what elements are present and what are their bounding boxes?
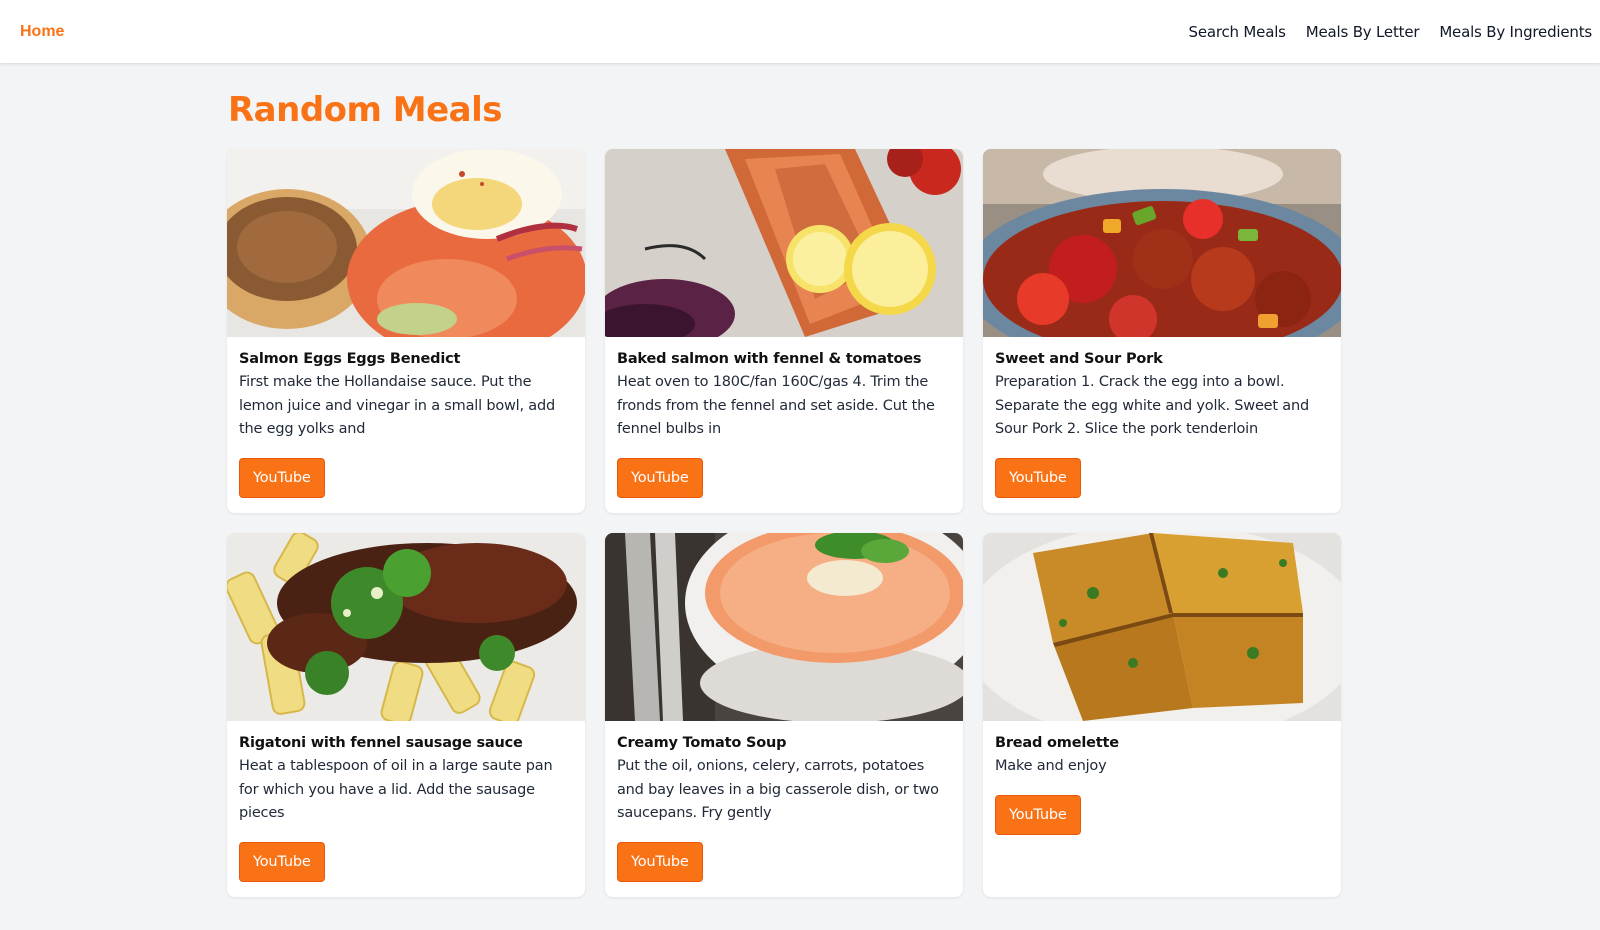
meal-card: Rigatoni with fennel sausage sauce Heat … xyxy=(227,533,585,897)
meal-image-salmon-eggs-benedict[interactable] xyxy=(227,149,585,337)
meal-image-sweet-sour-pork[interactable] xyxy=(983,149,1341,337)
meal-card: Baked salmon with fennel & tomatoes Heat… xyxy=(605,149,963,513)
youtube-button[interactable]: YouTube xyxy=(617,841,703,882)
meal-description: Put the oil, onions, celery, carrots, po… xyxy=(617,758,939,821)
meal-card: Salmon Eggs Eggs Benedict First make the… xyxy=(227,149,585,513)
meal-title: Rigatoni with fennel sausage sauce xyxy=(239,735,523,751)
meal-description: Heat a tablespoon of oil in a large saut… xyxy=(239,758,553,821)
meal-image-tomato-soup[interactable] xyxy=(605,533,963,721)
meal-description: Heat oven to 180C/fan 160C/gas 4. Trim t… xyxy=(617,374,935,437)
meal-image-baked-salmon[interactable] xyxy=(605,149,963,337)
youtube-button[interactable]: YouTube xyxy=(617,457,703,498)
nav-link-meals-by-ingredients[interactable]: Meals By Ingredients xyxy=(1439,23,1592,41)
meal-title: Creamy Tomato Soup xyxy=(617,735,787,751)
youtube-button[interactable]: YouTube xyxy=(995,794,1081,835)
top-navbar: Home Search Meals Meals By Letter Meals … xyxy=(0,0,1600,63)
page-title: Random Meals xyxy=(228,90,503,130)
nav-home-link[interactable]: Home xyxy=(20,23,64,41)
meal-title: Salmon Eggs Eggs Benedict xyxy=(239,351,461,367)
meal-image-rigatoni[interactable] xyxy=(227,533,585,721)
meal-grid: Salmon Eggs Eggs Benedict First make the… xyxy=(227,149,1342,897)
meal-title: Sweet and Sour Pork xyxy=(995,351,1163,367)
nav-link-search-meals[interactable]: Search Meals xyxy=(1189,23,1286,41)
meal-description: Make and enjoy xyxy=(995,758,1107,774)
meal-card: Sweet and Sour Pork Preparation 1. Crack… xyxy=(983,149,1341,513)
meal-description: Preparation 1. Crack the egg into a bowl… xyxy=(995,374,1309,437)
meal-card: Creamy Tomato Soup Put the oil, onions, … xyxy=(605,533,963,897)
youtube-button[interactable]: YouTube xyxy=(995,457,1081,498)
meal-description: First make the Hollandaise sauce. Put th… xyxy=(239,374,555,437)
nav-links: Search Meals Meals By Letter Meals By In… xyxy=(1169,23,1593,41)
youtube-button[interactable]: YouTube xyxy=(239,457,325,498)
meal-title: Bread omelette xyxy=(995,735,1119,751)
nav-link-meals-by-letter[interactable]: Meals By Letter xyxy=(1306,23,1420,41)
meal-title: Baked salmon with fennel & tomatoes xyxy=(617,351,922,367)
meal-image-bread-omelette[interactable] xyxy=(983,533,1341,721)
meal-card: Bread omelette Make and enjoy YouTube xyxy=(983,533,1341,897)
youtube-button[interactable]: YouTube xyxy=(239,841,325,882)
